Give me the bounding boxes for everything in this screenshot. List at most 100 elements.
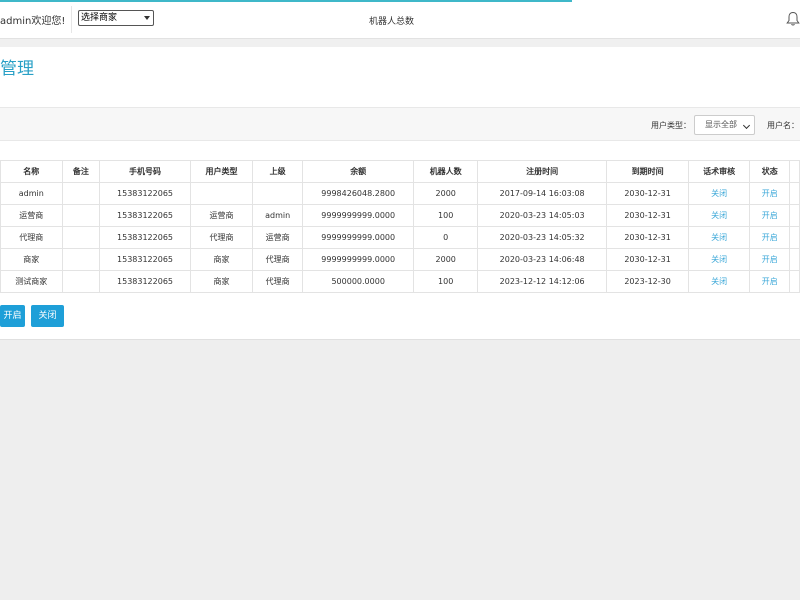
- header-divider: [71, 6, 72, 33]
- cell-robot-count: 2000: [413, 248, 478, 271]
- cell-register-time: 2017-09-14 16:03:08: [476, 182, 608, 205]
- script-review-toggle-link[interactable]: 关闭: [687, 204, 751, 227]
- cell-name: 代理商: [0, 226, 63, 249]
- cell-phone: 15383122065: [99, 204, 191, 227]
- col-header-balance: 余额: [301, 160, 415, 183]
- cell-robot-count: 0: [413, 226, 478, 249]
- bell-icon[interactable]: [786, 11, 800, 27]
- cell-robot-count: 2000: [413, 182, 478, 205]
- filter-bar: 用户类型： 显示全部 用户名：: [0, 107, 800, 141]
- username-label: 用户名：: [767, 121, 799, 130]
- cell-extra: [789, 182, 800, 205]
- col-header-parent: 上级: [252, 160, 303, 183]
- cell-phone: 15383122065: [99, 248, 191, 271]
- col-header-expire-time: 到期时间: [606, 160, 689, 183]
- cell-remark: [61, 226, 101, 249]
- cell-extra: [789, 248, 800, 271]
- user-type-label: 用户类型：: [651, 121, 691, 130]
- cell-register-time: 2020-03-23 14:05:32: [476, 226, 608, 249]
- cell-user-type: 代理商: [189, 226, 254, 249]
- cell-expire-time: 2030-12-31: [606, 248, 689, 271]
- cell-phone: 15383122065: [99, 270, 191, 293]
- cell-name: 运营商: [0, 204, 63, 227]
- status-toggle-link[interactable]: 开启: [749, 182, 791, 205]
- table-row: 运营商 15383122065 运营商 admin 9999999999.000…: [0, 204, 800, 227]
- table-row: 代理商 15383122065 代理商 运营商 9999999999.0000 …: [0, 226, 800, 249]
- cell-remark: [61, 204, 101, 227]
- table-header-row: 名称 备注 手机号码 用户类型 上级 余额 机器人数 注册时间 到期时间 话术审…: [0, 160, 800, 183]
- cell-remark: [61, 248, 101, 271]
- cell-name: 测试商家: [0, 270, 63, 293]
- col-header-script-review: 话术审核: [687, 160, 751, 183]
- status-toggle-link[interactable]: 开启: [749, 226, 791, 249]
- cell-remark: [61, 182, 101, 205]
- cell-register-time: 2020-03-23 14:05:03: [476, 204, 608, 227]
- cell-register-time: 2020-03-23 14:06:48: [476, 248, 608, 271]
- top-accent-line: [0, 0, 572, 2]
- cell-parent: 代理商: [252, 270, 303, 293]
- cell-expire-time: 2023-12-30: [606, 270, 689, 293]
- welcome-text: admin欢迎您!: [0, 16, 66, 27]
- col-header-user-type: 用户类型: [189, 160, 254, 183]
- col-header-phone: 手机号码: [99, 160, 191, 183]
- cell-name: admin: [0, 182, 63, 205]
- status-toggle-link[interactable]: 开启: [749, 248, 791, 271]
- col-header-remark: 备注: [61, 160, 101, 183]
- user-type-select-value: 显示全部: [705, 120, 737, 129]
- empty-area: [0, 339, 800, 600]
- status-toggle-link[interactable]: 开启: [749, 204, 791, 227]
- script-review-toggle-link[interactable]: 关闭: [687, 248, 751, 271]
- script-review-toggle-link[interactable]: 关闭: [687, 270, 751, 293]
- main-panel: 管理 用户类型： 显示全部 用户名： 名称 备注 手机号码 用户类型 上级 余额…: [0, 47, 800, 339]
- cell-expire-time: 2030-12-31: [606, 182, 689, 205]
- cell-parent: 代理商: [252, 248, 303, 271]
- col-header-extra: [789, 160, 800, 183]
- top-bar: admin欢迎您! 选择商家 机器人总数: [0, 0, 800, 39]
- cell-parent: admin: [252, 204, 303, 227]
- cell-balance: 500000.0000: [301, 270, 415, 293]
- cell-extra: [789, 270, 800, 293]
- script-review-toggle-link[interactable]: 关闭: [687, 226, 751, 249]
- table-row: 商家 15383122065 商家 代理商 9999999999.0000 20…: [0, 248, 800, 271]
- merchant-select[interactable]: 选择商家: [78, 10, 154, 26]
- user-type-select[interactable]: 显示全部: [694, 115, 755, 135]
- bulk-open-button[interactable]: 开启: [0, 305, 25, 327]
- cell-user-type: 运营商: [189, 204, 254, 227]
- col-header-status: 状态: [749, 160, 791, 183]
- cell-phone: 15383122065: [99, 226, 191, 249]
- col-header-register-time: 注册时间: [476, 160, 608, 183]
- cell-balance: 9998426048.2800: [301, 182, 415, 205]
- cell-register-time: 2023-12-12 14:12:06: [476, 270, 608, 293]
- script-review-toggle-link[interactable]: 关闭: [687, 182, 751, 205]
- chevron-down-icon: [144, 16, 150, 20]
- cell-user-type: [189, 182, 254, 205]
- robot-total-label: 机器人总数: [369, 17, 415, 27]
- header-gap: [0, 39, 800, 47]
- user-table: 名称 备注 手机号码 用户类型 上级 余额 机器人数 注册时间 到期时间 话术审…: [0, 160, 800, 293]
- chevron-down-icon: [742, 121, 751, 130]
- merchant-select-value: 选择商家: [81, 13, 118, 23]
- table-row: admin 15383122065 9998426048.2800 2000 2…: [0, 182, 800, 205]
- cell-balance: 9999999999.0000: [301, 226, 415, 249]
- col-header-name: 名称: [0, 160, 63, 183]
- cell-expire-time: 2030-12-31: [606, 204, 689, 227]
- cell-user-type: 商家: [189, 248, 254, 271]
- cell-name: 商家: [0, 248, 63, 271]
- cell-phone: 15383122065: [99, 182, 191, 205]
- col-header-robot-count: 机器人数: [413, 160, 478, 183]
- cell-balance: 9999999999.0000: [301, 204, 415, 227]
- cell-extra: [789, 226, 800, 249]
- cell-remark: [61, 270, 101, 293]
- cell-robot-count: 100: [413, 270, 478, 293]
- cell-robot-count: 100: [413, 204, 478, 227]
- bulk-close-button[interactable]: 关闭: [31, 305, 64, 327]
- cell-parent: [252, 182, 303, 205]
- cell-extra: [789, 204, 800, 227]
- page-title: 管理: [0, 59, 34, 79]
- status-toggle-link[interactable]: 开启: [749, 270, 791, 293]
- cell-expire-time: 2030-12-31: [606, 226, 689, 249]
- table-row: 测试商家 15383122065 商家 代理商 500000.0000 100 …: [0, 270, 800, 293]
- cell-balance: 9999999999.0000: [301, 248, 415, 271]
- cell-parent: 运营商: [252, 226, 303, 249]
- cell-user-type: 商家: [189, 270, 254, 293]
